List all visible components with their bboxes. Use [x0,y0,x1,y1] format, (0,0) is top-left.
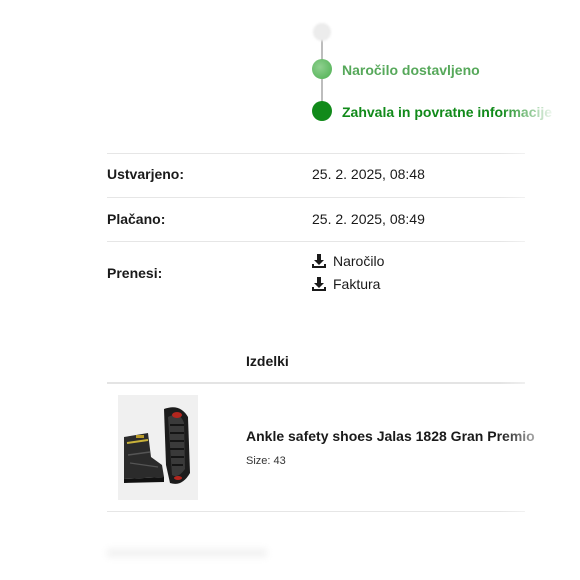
download-icon [312,277,326,291]
paid-row: Plačano: 25. 2. 2025, 08:49 [107,197,525,241]
products-divider [107,382,525,384]
product-image[interactable] [118,395,198,500]
timeline-step-feedback: Zahvala in povratne informacije [342,104,553,120]
download-order-link[interactable]: Naročilo [312,253,384,269]
download-invoice-link[interactable]: Faktura [312,276,380,292]
order-status-timeline: Naročilo dostavljeno Zahvala in povratne… [0,0,580,130]
product-name-link[interactable]: Ankle safety shoes Jalas 1828 Gran Premi… [246,428,535,444]
paid-label: Plačano: [107,211,166,227]
product-row-divider [107,511,525,512]
created-value: 25. 2. 2025, 08:48 [312,166,425,182]
created-label: Ustvarjeno: [107,166,185,182]
product-size: Size: 43 [246,455,286,467]
products-header: Izdelki [246,353,289,369]
timeline-step-delivered: Naročilo dostavljeno [342,62,480,78]
download-row: Prenesi: Naročilo Faktura [107,241,525,300]
faded-bottom-content [107,548,267,558]
timeline-dot-faded [313,23,331,41]
download-label: Prenesi: [107,265,163,281]
safety-boots-image [118,395,198,500]
paid-value: 25. 2. 2025, 08:49 [312,211,425,227]
timeline-dot-feedback [312,101,332,121]
download-invoice-label: Faktura [333,276,381,292]
order-details: Ustvarjeno: 25. 2. 2025, 08:48 Plačano: … [107,153,525,300]
created-row: Ustvarjeno: 25. 2. 2025, 08:48 [107,153,525,197]
timeline-dot-delivered [312,59,332,79]
download-icon [312,254,326,268]
download-order-label: Naročilo [333,253,385,269]
